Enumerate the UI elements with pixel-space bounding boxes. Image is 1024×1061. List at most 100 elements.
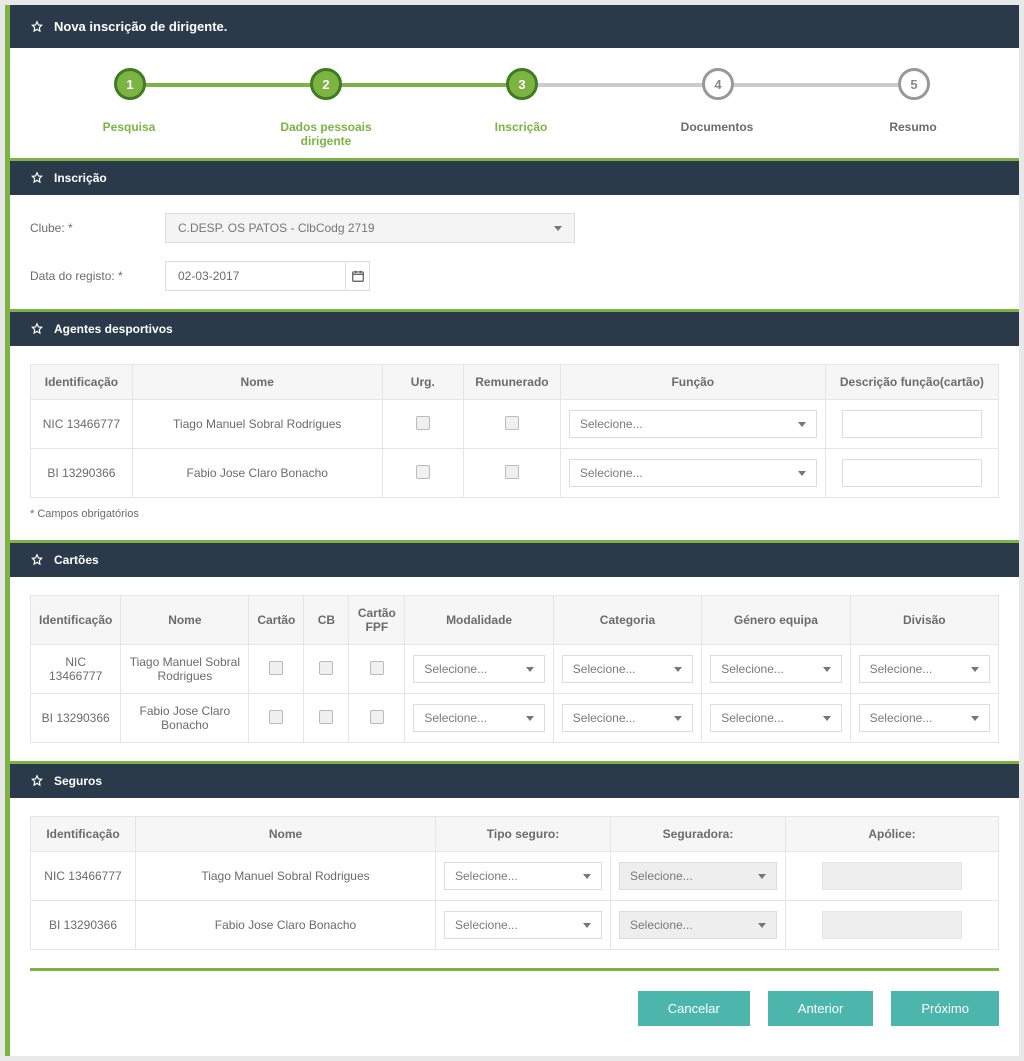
- chevron-down-icon: [674, 667, 682, 672]
- select-dropdown[interactable]: Selecione...: [710, 655, 841, 683]
- step-2[interactable]: 2: [310, 68, 342, 100]
- step-line: [715, 83, 910, 87]
- seguros-table: Identificação Nome Tipo seguro: Segurado…: [30, 816, 999, 950]
- calendar-button[interactable]: [345, 261, 370, 291]
- th-mod: Modalidade: [405, 596, 553, 645]
- select-value: Selecione...: [870, 711, 933, 725]
- section-title: Seguros: [54, 774, 102, 788]
- checkbox[interactable]: [269, 661, 283, 675]
- chevron-down-icon: [583, 874, 591, 879]
- th-nome: Nome: [136, 817, 436, 852]
- star-icon: [30, 171, 44, 185]
- clube-dropdown[interactable]: C.DESP. OS PATOS - ClbCodg 2719: [165, 213, 575, 243]
- table-row: NIC 13466777Tiago Manuel Sobral Rodrigue…: [31, 852, 999, 901]
- step-line: [325, 83, 520, 87]
- select-dropdown[interactable]: Selecione...: [444, 911, 602, 939]
- data-registo-input[interactable]: [165, 261, 345, 291]
- select-value: Selecione...: [870, 662, 933, 676]
- th-tipo: Tipo seguro:: [436, 817, 611, 852]
- th-seg: Seguradora:: [611, 817, 786, 852]
- select-dropdown[interactable]: Selecione...: [859, 704, 990, 732]
- prev-button[interactable]: Anterior: [768, 991, 874, 1026]
- select-dropdown[interactable]: Selecione...: [569, 459, 817, 487]
- select-value: Selecione...: [721, 711, 784, 725]
- th-nome: Nome: [132, 365, 382, 400]
- chevron-down-icon: [823, 716, 831, 721]
- select-dropdown[interactable]: Selecione...: [619, 911, 777, 939]
- cancel-button[interactable]: Cancelar: [638, 991, 750, 1026]
- chevron-down-icon: [583, 923, 591, 928]
- calendar-icon: [351, 269, 365, 283]
- checkbox[interactable]: [269, 710, 283, 724]
- select-dropdown[interactable]: Selecione...: [859, 655, 990, 683]
- step-1-label: Pesquisa: [84, 120, 174, 134]
- select-dropdown[interactable]: Selecione...: [619, 862, 777, 890]
- section-cartoes-header: Cartões: [10, 540, 1019, 577]
- clube-value: C.DESP. OS PATOS - ClbCodg 2719: [178, 221, 375, 235]
- select-dropdown[interactable]: Selecione...: [562, 704, 693, 732]
- select-dropdown[interactable]: Selecione...: [444, 862, 602, 890]
- checkbox[interactable]: [370, 710, 384, 724]
- checkbox[interactable]: [505, 416, 519, 430]
- th-div: Divisão: [850, 596, 998, 645]
- select-dropdown[interactable]: Selecione...: [413, 655, 544, 683]
- section-seguros-header: Seguros: [10, 761, 1019, 798]
- chevron-down-icon: [758, 874, 766, 879]
- section-inscricao-header: Inscrição: [10, 158, 1019, 195]
- chevron-down-icon: [971, 716, 979, 721]
- chevron-down-icon: [526, 667, 534, 672]
- select-dropdown[interactable]: Selecione...: [569, 410, 817, 438]
- select-value: Selecione...: [580, 466, 643, 480]
- checkbox[interactable]: [319, 710, 333, 724]
- cell-nome: Fabio Jose Claro Bonacho: [132, 449, 382, 498]
- th-cb: CB: [304, 596, 349, 645]
- cell-nome: Fabio Jose Claro Bonacho: [121, 694, 249, 743]
- next-button[interactable]: Próximo: [891, 991, 999, 1026]
- section-agentes-header: Agentes desportivos: [10, 309, 1019, 346]
- checkbox[interactable]: [416, 465, 430, 479]
- star-icon: [30, 553, 44, 567]
- agentes-table: Identificação Nome Urg. Remunerado Funçã…: [30, 364, 999, 498]
- table-row: NIC 13466777Tiago Manuel Sobral Rodrigue…: [31, 400, 999, 449]
- data-registo-label: Data do registo: *: [30, 269, 165, 283]
- checkbox[interactable]: [370, 661, 384, 675]
- chevron-down-icon: [554, 226, 562, 231]
- th-gen: Género equipa: [702, 596, 850, 645]
- th-rem: Remunerado: [464, 365, 561, 400]
- checkbox[interactable]: [319, 661, 333, 675]
- cell-id: NIC 13466777: [31, 645, 121, 694]
- chevron-down-icon: [798, 471, 806, 476]
- cell-id: BI 13290366: [31, 901, 136, 950]
- checkbox[interactable]: [416, 416, 430, 430]
- th-desc: Descrição função(cartão): [825, 365, 998, 400]
- select-dropdown[interactable]: Selecione...: [413, 704, 544, 732]
- step-4-label: Documentos: [672, 120, 762, 134]
- section-title: Agentes desportivos: [54, 322, 173, 336]
- chevron-down-icon: [798, 422, 806, 427]
- step-5[interactable]: 5: [898, 68, 930, 100]
- apolice-input: [822, 911, 962, 939]
- stepper: 1 Pesquisa 2 Dados pessoais dirigente 3 …: [10, 48, 1019, 158]
- page-title: Nova inscrição de dirigente.: [54, 19, 227, 34]
- checkbox[interactable]: [505, 465, 519, 479]
- section-title: Inscrição: [54, 171, 107, 185]
- step-4[interactable]: 4: [702, 68, 734, 100]
- star-icon: [30, 774, 44, 788]
- descricao-input[interactable]: [842, 459, 982, 487]
- chevron-down-icon: [823, 667, 831, 672]
- table-row: BI 13290366Fabio Jose Claro BonachoSelec…: [31, 694, 999, 743]
- cell-nome: Tiago Manuel Sobral Rodrigues: [136, 852, 436, 901]
- cell-nome: Fabio Jose Claro Bonacho: [136, 901, 436, 950]
- step-3[interactable]: 3: [506, 68, 538, 100]
- clube-label: Clube: *: [30, 221, 165, 235]
- step-1[interactable]: 1: [114, 68, 146, 100]
- descricao-input[interactable]: [842, 410, 982, 438]
- select-dropdown[interactable]: Selecione...: [562, 655, 693, 683]
- chevron-down-icon: [526, 716, 534, 721]
- select-dropdown[interactable]: Selecione...: [710, 704, 841, 732]
- step-line: [520, 83, 715, 87]
- table-row: BI 13290366Fabio Jose Claro BonachoSelec…: [31, 449, 999, 498]
- step-2-label: Dados pessoais dirigente: [266, 120, 386, 149]
- th-urg: Urg.: [382, 365, 464, 400]
- th-func: Função: [560, 365, 825, 400]
